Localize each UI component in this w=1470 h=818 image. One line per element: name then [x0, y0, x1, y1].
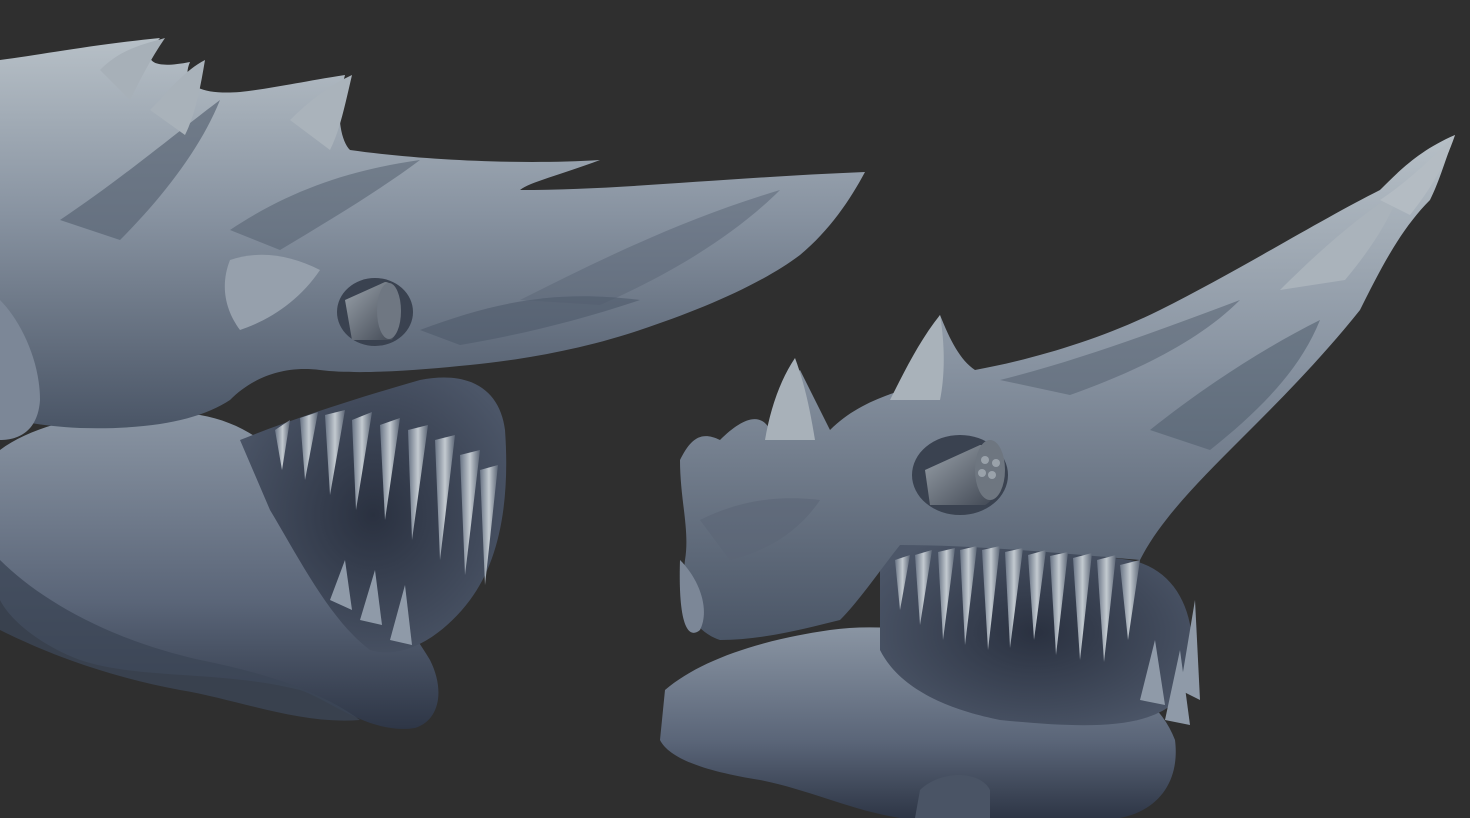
sculpt-viewport[interactable] [0, 0, 1470, 818]
right-horn-tip [1380, 135, 1455, 215]
right-horn-2 [890, 315, 944, 400]
sculpt-render [0, 38, 1455, 818]
